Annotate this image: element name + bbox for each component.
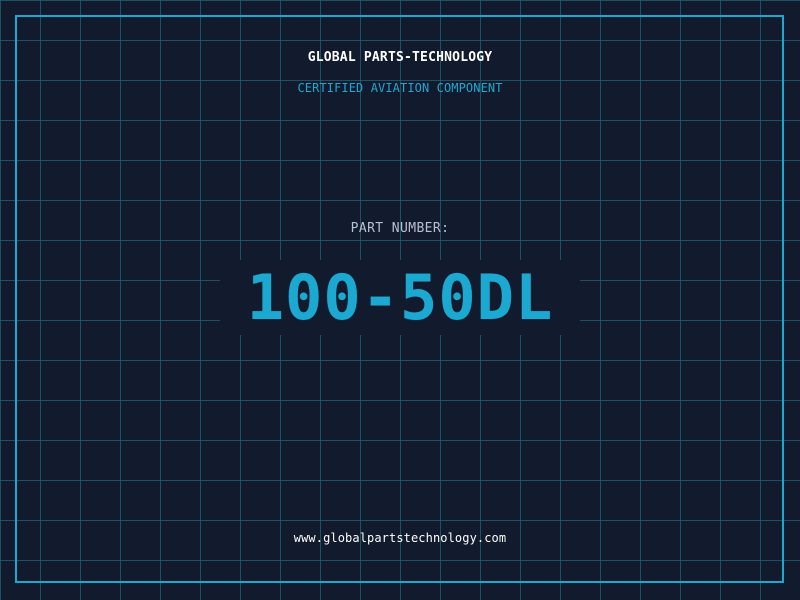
- brand-title: GLOBAL PARTS-TECHNOLOGY: [307, 50, 493, 65]
- certification-subtitle: CERTIFIED AVIATION COMPONENT: [297, 81, 503, 95]
- part-number-value: 100-50DL: [246, 261, 554, 334]
- website-url: www.globalpartstechnology.com: [293, 531, 507, 545]
- part-number-label: PART NUMBER:: [350, 221, 450, 236]
